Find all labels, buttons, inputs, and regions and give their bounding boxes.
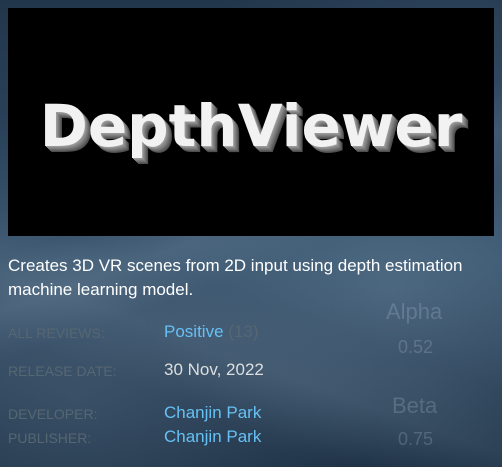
publisher-link[interactable]: Chanjin Park: [164, 427, 261, 447]
game-description: Creates 3D VR scenes from 2D input using…: [8, 256, 463, 299]
game-capsule-image[interactable]: DepthViewer: [8, 8, 494, 236]
background-alpha-label: Alpha: [386, 299, 443, 324]
reviews-count: (13): [228, 322, 259, 341]
capsule-logo-text: DepthViewer: [39, 92, 463, 160]
developer-link[interactable]: Chanjin Park: [164, 403, 261, 423]
developer-label: DEVELOPER:: [8, 406, 98, 422]
background-beta-value: 0.75: [398, 429, 434, 449]
background-beta-label: Beta: [392, 393, 438, 418]
release-date-label: RELEASE DATE:: [8, 363, 117, 379]
reviews-summary-link[interactable]: Positive (13): [164, 322, 259, 342]
reviews-label: ALL REVIEWS:: [8, 325, 105, 341]
reviews-summary[interactable]: Positive: [164, 322, 224, 341]
background-alpha-value: 0.52: [398, 337, 434, 357]
publisher-label: PUBLISHER:: [8, 430, 92, 446]
release-date-value: 30 Nov, 2022: [164, 360, 264, 379]
